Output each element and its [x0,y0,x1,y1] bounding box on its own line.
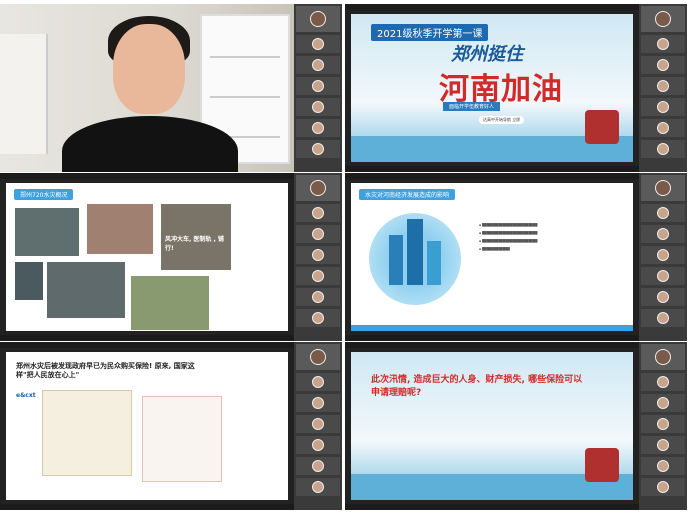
participant-tile[interactable] [296,309,340,327]
participant-tile[interactable] [641,415,685,433]
slide-tag: 面临开学伍教育好人 [443,102,501,111]
participant-tile[interactable] [296,457,340,475]
participant-tile[interactable] [296,175,340,201]
participant-tile[interactable] [641,140,685,158]
participant-tile[interactable] [296,77,340,95]
participant-strip [639,342,687,510]
video-conference-grid: 2021级秋季开学第一课 郑州挺住 河南加油 面临开学伍教育好人 达高中开始导航… [0,0,688,518]
window-titlebar [345,342,639,348]
participant-tile[interactable] [296,288,340,306]
participant-tile[interactable] [296,246,340,264]
slide-title: 郑州水灾后被发现政府早已为民众购买保险! 原来, 国家这样"把人民放在心上" [16,362,195,379]
participant-tile[interactable] [641,267,685,285]
participant-tile[interactable] [296,98,340,116]
participant-tile[interactable] [641,175,685,201]
participant-tile[interactable] [296,267,340,285]
participant-tile[interactable] [296,140,340,158]
participant-tile[interactable] [296,204,340,222]
participant-tile[interactable] [641,288,685,306]
participant-tile[interactable] [641,119,685,137]
webcam-feed [0,4,294,172]
flood-photo: 风冲大车, 医制轨 , 铺行! [160,203,232,271]
presenter-video-tile[interactable] [0,4,342,172]
flood-photo [130,275,210,331]
participant-tile[interactable] [641,77,685,95]
slide-question: 此次汛情, 造成巨大的人身、财产损失, 哪些保险可以申请理赔呢? [351,352,633,500]
participant-tile[interactable] [641,373,685,391]
window-statusbar [345,335,639,341]
participant-tile[interactable] [641,436,685,454]
slide-heading: 郑州720水灾概况 [14,189,74,200]
window-statusbar [0,504,294,510]
document-image [142,396,222,482]
participant-tile[interactable] [641,478,685,496]
rescuer-illustration [585,110,619,144]
participant-tile[interactable] [296,436,340,454]
participant-tile[interactable] [296,6,340,32]
rescuer-illustration [585,448,619,482]
shared-screen-tile-3[interactable]: 水灾对河南经济发展造成的影响 ▪ ███████████████████████… [345,173,687,341]
shared-screen-tile-1[interactable]: 2021级秋季开学第一课 郑州挺住 河南加油 面临开学伍教育好人 达高中开始导航… [345,4,687,172]
participant-tile[interactable] [296,394,340,412]
participant-tile[interactable] [296,119,340,137]
window-titlebar [345,4,639,10]
slide-logo: e&cxt [16,392,36,399]
participant-tile[interactable] [296,225,340,243]
participant-tile[interactable] [296,415,340,433]
slide-footer-bar [351,325,633,331]
building-shape [407,219,423,285]
flood-photo [14,261,44,301]
window-statusbar [345,166,639,172]
shared-screen-tile-4[interactable]: 郑州水灾后被发现政府早已为民众购买保险! 原来, 国家这样"把人民放在心上" e… [0,342,342,510]
participant-tile[interactable] [296,35,340,53]
window-titlebar [0,342,294,348]
window-statusbar [0,335,294,341]
slide-heading: 水灾对河南经济发展造成的影响 [359,189,456,200]
slide-economic-impact: 水灾对河南经济发展造成的影响 ▪ ███████████████████████… [351,183,633,331]
shared-screen-tile-5[interactable]: 此次汛情, 造成巨大的人身、财产损失, 哪些保险可以申请理赔呢? [345,342,687,510]
participant-tile[interactable] [641,246,685,264]
participant-tile[interactable] [641,6,685,32]
slide-button: 达高中开始导航 立即 [479,116,525,124]
participant-strip [639,4,687,172]
participant-tile[interactable] [641,56,685,74]
flood-photo [86,203,154,255]
city-illustration [369,213,461,305]
participant-tile[interactable] [296,373,340,391]
participant-tile[interactable] [641,225,685,243]
window-titlebar [0,173,294,179]
participant-tile[interactable] [296,56,340,74]
slide-flood-overview: 郑州720水灾概况 风冲大车, 医制轨 , 铺行! [6,183,288,331]
participant-tile[interactable] [641,204,685,222]
presenter-face [113,24,185,114]
flood-photo [14,207,80,257]
flood-photo [46,261,126,319]
participant-tile[interactable] [641,394,685,412]
window-titlebar [345,173,639,179]
participant-strip [639,173,687,341]
window-statusbar [345,504,639,510]
participant-tile[interactable] [296,344,340,370]
building-shape [389,235,403,285]
participant-tile[interactable] [641,309,685,327]
slide-question-text: 此次汛情, 造成巨大的人身、财产损失, 哪些保险可以申请理赔呢? [371,375,583,398]
slide-insurance: 郑州水灾后被发现政府早已为民众购买保险! 原来, 国家这样"把人民放在心上" e… [6,352,288,500]
document-image [42,390,132,476]
participant-strip [294,4,342,172]
participant-strip [294,173,342,341]
shared-screen-tile-2[interactable]: 郑州720水灾概况 风冲大车, 医制轨 , 铺行! [0,173,342,341]
slide-heading: 2021级秋季开学第一课 [371,24,489,41]
photo-caption: 风冲大车, 医制轨 , 铺行! [165,236,224,252]
participant-tile[interactable] [641,344,685,370]
participant-strip [294,342,342,510]
slide-title: 2021级秋季开学第一课 郑州挺住 河南加油 面临开学伍教育好人 达高中开始导航… [351,14,633,162]
impact-text-block: ▪ ████████████████████████ ▪ ███████████… [479,223,538,251]
building-shape [427,241,441,285]
background-door [0,34,48,154]
participant-tile[interactable] [641,35,685,53]
participant-tile[interactable] [641,457,685,475]
slide-title-line1: 郑州挺住 [451,44,523,65]
participant-tile[interactable] [296,478,340,496]
participant-tile[interactable] [641,98,685,116]
